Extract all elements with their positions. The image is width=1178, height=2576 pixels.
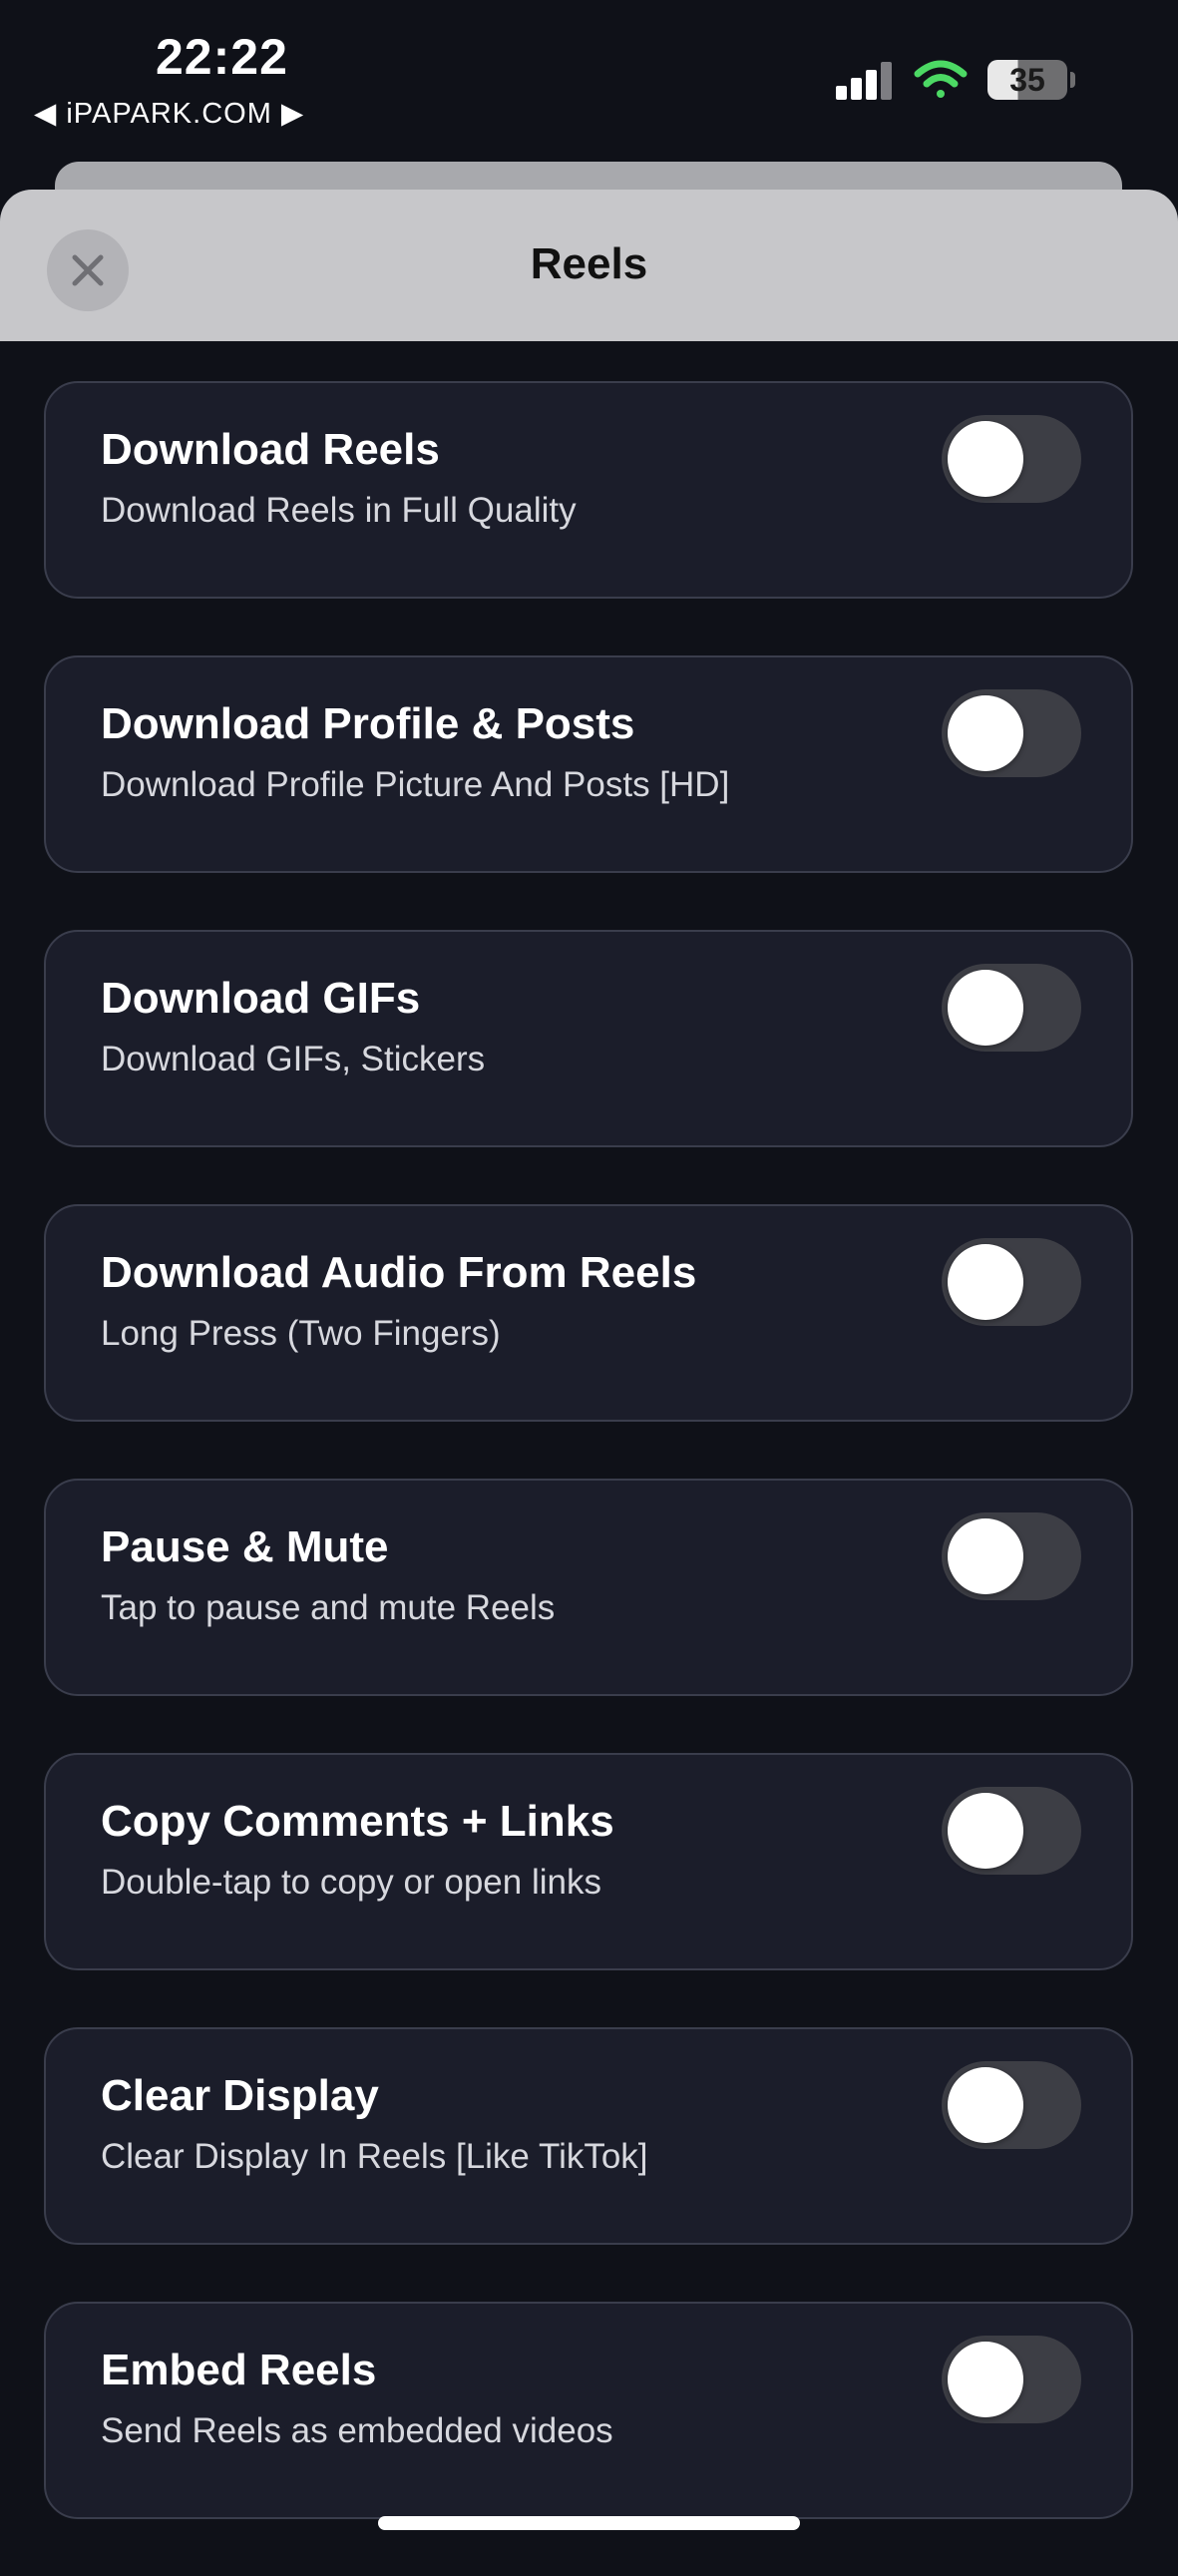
- setting-title: Download Audio From Reels: [101, 1248, 697, 1297]
- wifi-icon: [914, 60, 968, 98]
- toggle-knob: [948, 695, 1023, 771]
- setting-download-gifs: Download GIFs Download GIFs, Stickers: [44, 930, 1133, 1147]
- cellular-signal-icon: [836, 62, 892, 100]
- setting-subtitle: Tap to pause and mute Reels: [101, 1588, 556, 1627]
- setting-subtitle: Clear Display In Reels [Like TikTok]: [101, 2137, 648, 2176]
- toggle-knob: [948, 421, 1023, 497]
- sheet-header: Reels: [0, 190, 1178, 341]
- setting-copy-comments: Copy Comments + Links Double-tap to copy…: [44, 1753, 1133, 1970]
- copy-comments-toggle[interactable]: [942, 1787, 1081, 1875]
- setting-subtitle: Download GIFs, Stickers: [101, 1040, 486, 1078]
- settings-list: Download Reels Download Reels in Full Qu…: [44, 381, 1133, 2576]
- carrier-label[interactable]: ◀ iPAPARK.COM ▶: [34, 96, 304, 131]
- toggle-knob: [948, 1244, 1023, 1320]
- download-gifs-toggle[interactable]: [942, 964, 1081, 1052]
- setting-download-reels: Download Reels Download Reels in Full Qu…: [44, 381, 1133, 599]
- setting-title: Copy Comments + Links: [101, 1797, 614, 1846]
- setting-subtitle: Download Profile Picture And Posts [HD]: [101, 765, 730, 804]
- setting-title: Embed Reels: [101, 2346, 377, 2394]
- setting-title: Pause & Mute: [101, 1522, 389, 1571]
- toggle-knob: [948, 1518, 1023, 1594]
- clear-display-toggle[interactable]: [942, 2061, 1081, 2149]
- setting-title: Clear Display: [101, 2071, 379, 2120]
- download-audio-toggle[interactable]: [942, 1238, 1081, 1326]
- setting-clear-display: Clear Display Clear Display In Reels [Li…: [44, 2027, 1133, 2245]
- toggle-knob: [948, 2342, 1023, 2417]
- embed-reels-toggle[interactable]: [942, 2336, 1081, 2423]
- toggle-knob: [948, 2067, 1023, 2143]
- setting-subtitle: Send Reels as embedded videos: [101, 2411, 613, 2450]
- download-reels-toggle[interactable]: [942, 415, 1081, 503]
- setting-download-profile-posts: Download Profile & Posts Download Profil…: [44, 655, 1133, 873]
- setting-embed-reels: Embed Reels Send Reels as embedded video…: [44, 2302, 1133, 2519]
- toggle-knob: [948, 970, 1023, 1046]
- battery-icon: 35: [987, 60, 1067, 100]
- setting-title: Download GIFs: [101, 974, 421, 1023]
- setting-subtitle: Long Press (Two Fingers): [101, 1314, 501, 1353]
- toggle-knob: [948, 1793, 1023, 1869]
- battery-tip: [1070, 72, 1075, 88]
- setting-title: Download Reels: [101, 425, 440, 474]
- setting-title: Download Profile & Posts: [101, 699, 635, 748]
- download-profile-posts-toggle[interactable]: [942, 689, 1081, 777]
- setting-pause-mute: Pause & Mute Tap to pause and mute Reels: [44, 1479, 1133, 1696]
- setting-subtitle: Double-tap to copy or open links: [101, 1863, 601, 1902]
- status-time: 22:22: [156, 29, 288, 85]
- setting-subtitle: Download Reels in Full Quality: [101, 491, 577, 530]
- page-title: Reels: [530, 239, 648, 288]
- pause-mute-toggle[interactable]: [942, 1512, 1081, 1600]
- setting-download-audio: Download Audio From Reels Long Press (Tw…: [44, 1204, 1133, 1422]
- home-indicator[interactable]: [378, 2516, 800, 2530]
